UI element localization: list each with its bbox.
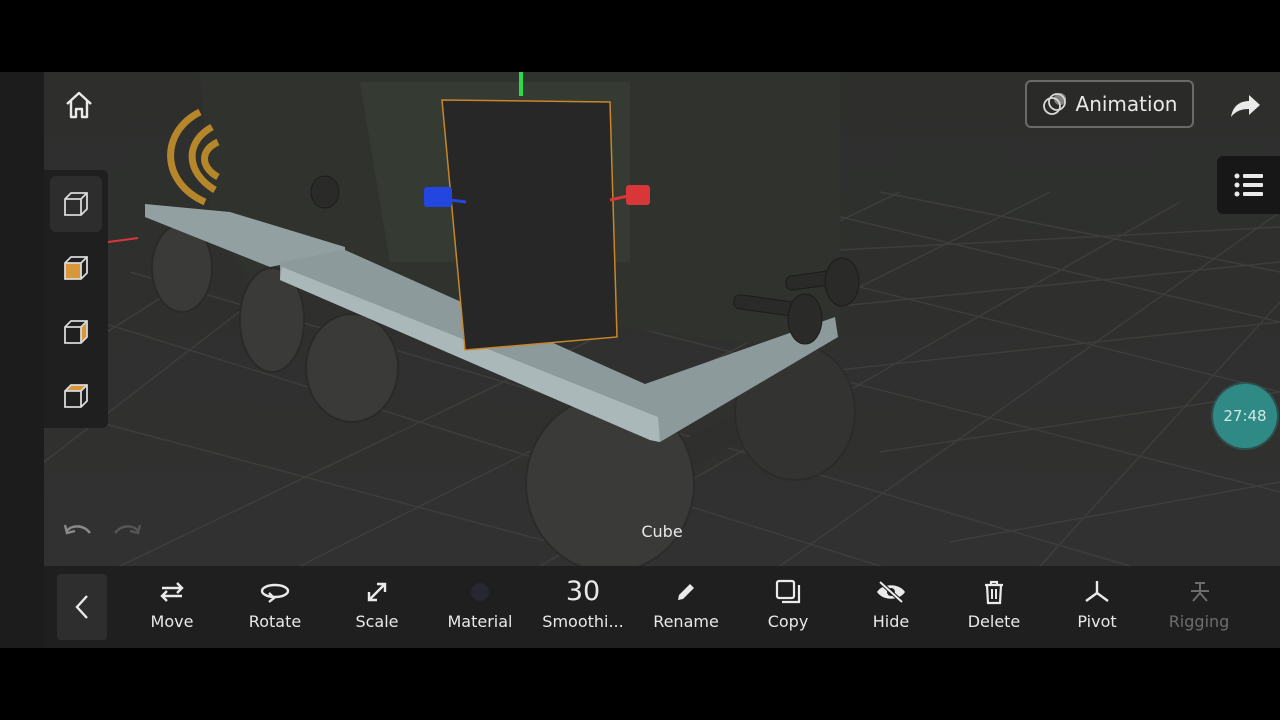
scale-tool-label: Scale (355, 612, 399, 631)
undo-button[interactable] (61, 518, 95, 544)
rotate-tool-label: Rotate (248, 612, 302, 631)
selected-cube[interactable] (441, 99, 618, 351)
rigging-icon (1191, 582, 1209, 602)
home-button[interactable] (58, 84, 100, 126)
cube-side-icon (64, 320, 88, 344)
redo-button[interactable] (110, 518, 144, 544)
scene-render (0, 72, 1280, 566)
cube-view-icon (64, 192, 88, 216)
copy-tool-label: Copy (767, 612, 809, 631)
delete-tool-label: Delete (967, 612, 1021, 631)
animation-label: Animation (1075, 92, 1178, 116)
selected-object-label: Cube (641, 522, 683, 541)
animation-button[interactable]: Animation (1025, 80, 1194, 128)
share-arrow-icon (1231, 95, 1260, 117)
home-icon (66, 91, 92, 119)
redo-icon (114, 524, 142, 535)
material-tool-label: Material (447, 612, 513, 631)
letterbox-bottom (0, 648, 1280, 720)
recording-timer[interactable]: 27:48 (1213, 384, 1277, 448)
rigging-tool-label: Rigging (1168, 612, 1230, 631)
scale-icon (367, 582, 387, 602)
smoothing-tool-button[interactable]: 30 Smoothi... (535, 576, 631, 640)
gizmo-z-handle[interactable] (424, 187, 452, 207)
cube-top-icon (64, 384, 88, 408)
move-tool-button[interactable]: Move (124, 576, 220, 640)
rotate-tool-button[interactable]: Rotate (227, 576, 323, 640)
smoothing-value: 30 (565, 576, 601, 607)
gizmo-x-handle[interactable] (626, 185, 650, 205)
letterbox-top (0, 0, 1280, 72)
collapse-toolbar-button[interactable] (57, 574, 107, 640)
share-button[interactable] (1222, 86, 1268, 126)
list-icon (1234, 173, 1263, 197)
rename-tool-label: Rename (653, 612, 719, 631)
3d-viewport[interactable] (0, 72, 1280, 566)
hide-tool-label: Hide (872, 612, 910, 631)
app-window: Animation 27:48 Cube Move Rotate Scale M… (0, 72, 1280, 648)
view-top-button[interactable] (50, 368, 102, 424)
delete-tool-button[interactable]: Delete (946, 576, 1042, 640)
rigging-tool-button[interactable]: Rigging (1151, 576, 1247, 640)
move-arrows-icon (160, 582, 184, 602)
view-mode-panel (44, 170, 108, 428)
bottom-toolbar: Move Rotate Scale Material 30 Smoothi... (44, 566, 1280, 648)
trash-icon (985, 580, 1003, 605)
cube-front-icon (64, 256, 88, 280)
eye-off-icon (877, 580, 905, 604)
chevron-left-icon (75, 595, 88, 619)
smoothing-tool-label: Smoothi... (542, 612, 624, 631)
move-tool-label: Move (150, 612, 194, 631)
material-swatch-icon (471, 583, 489, 601)
pivot-icon (1085, 581, 1109, 602)
copy-tool-button[interactable]: Copy (740, 576, 836, 640)
scale-tool-button[interactable]: Scale (329, 576, 425, 640)
animation-icon (1042, 93, 1066, 115)
pivot-tool-label: Pivot (1077, 612, 1117, 631)
copy-icon (775, 579, 801, 604)
undo-icon (63, 524, 91, 535)
view-front-button[interactable] (50, 240, 102, 296)
rename-tool-button[interactable]: Rename (638, 576, 734, 640)
pivot-tool-button[interactable]: Pivot (1049, 576, 1145, 640)
left-edge-strip (0, 72, 44, 648)
view-side-button[interactable] (50, 304, 102, 360)
rotate-icon (260, 583, 290, 603)
object-list-button[interactable] (1217, 156, 1280, 214)
pencil-icon (678, 584, 694, 600)
material-tool-button[interactable]: Material (432, 576, 528, 640)
view-perspective-button[interactable] (50, 176, 102, 232)
hide-tool-button[interactable]: Hide (843, 576, 939, 640)
